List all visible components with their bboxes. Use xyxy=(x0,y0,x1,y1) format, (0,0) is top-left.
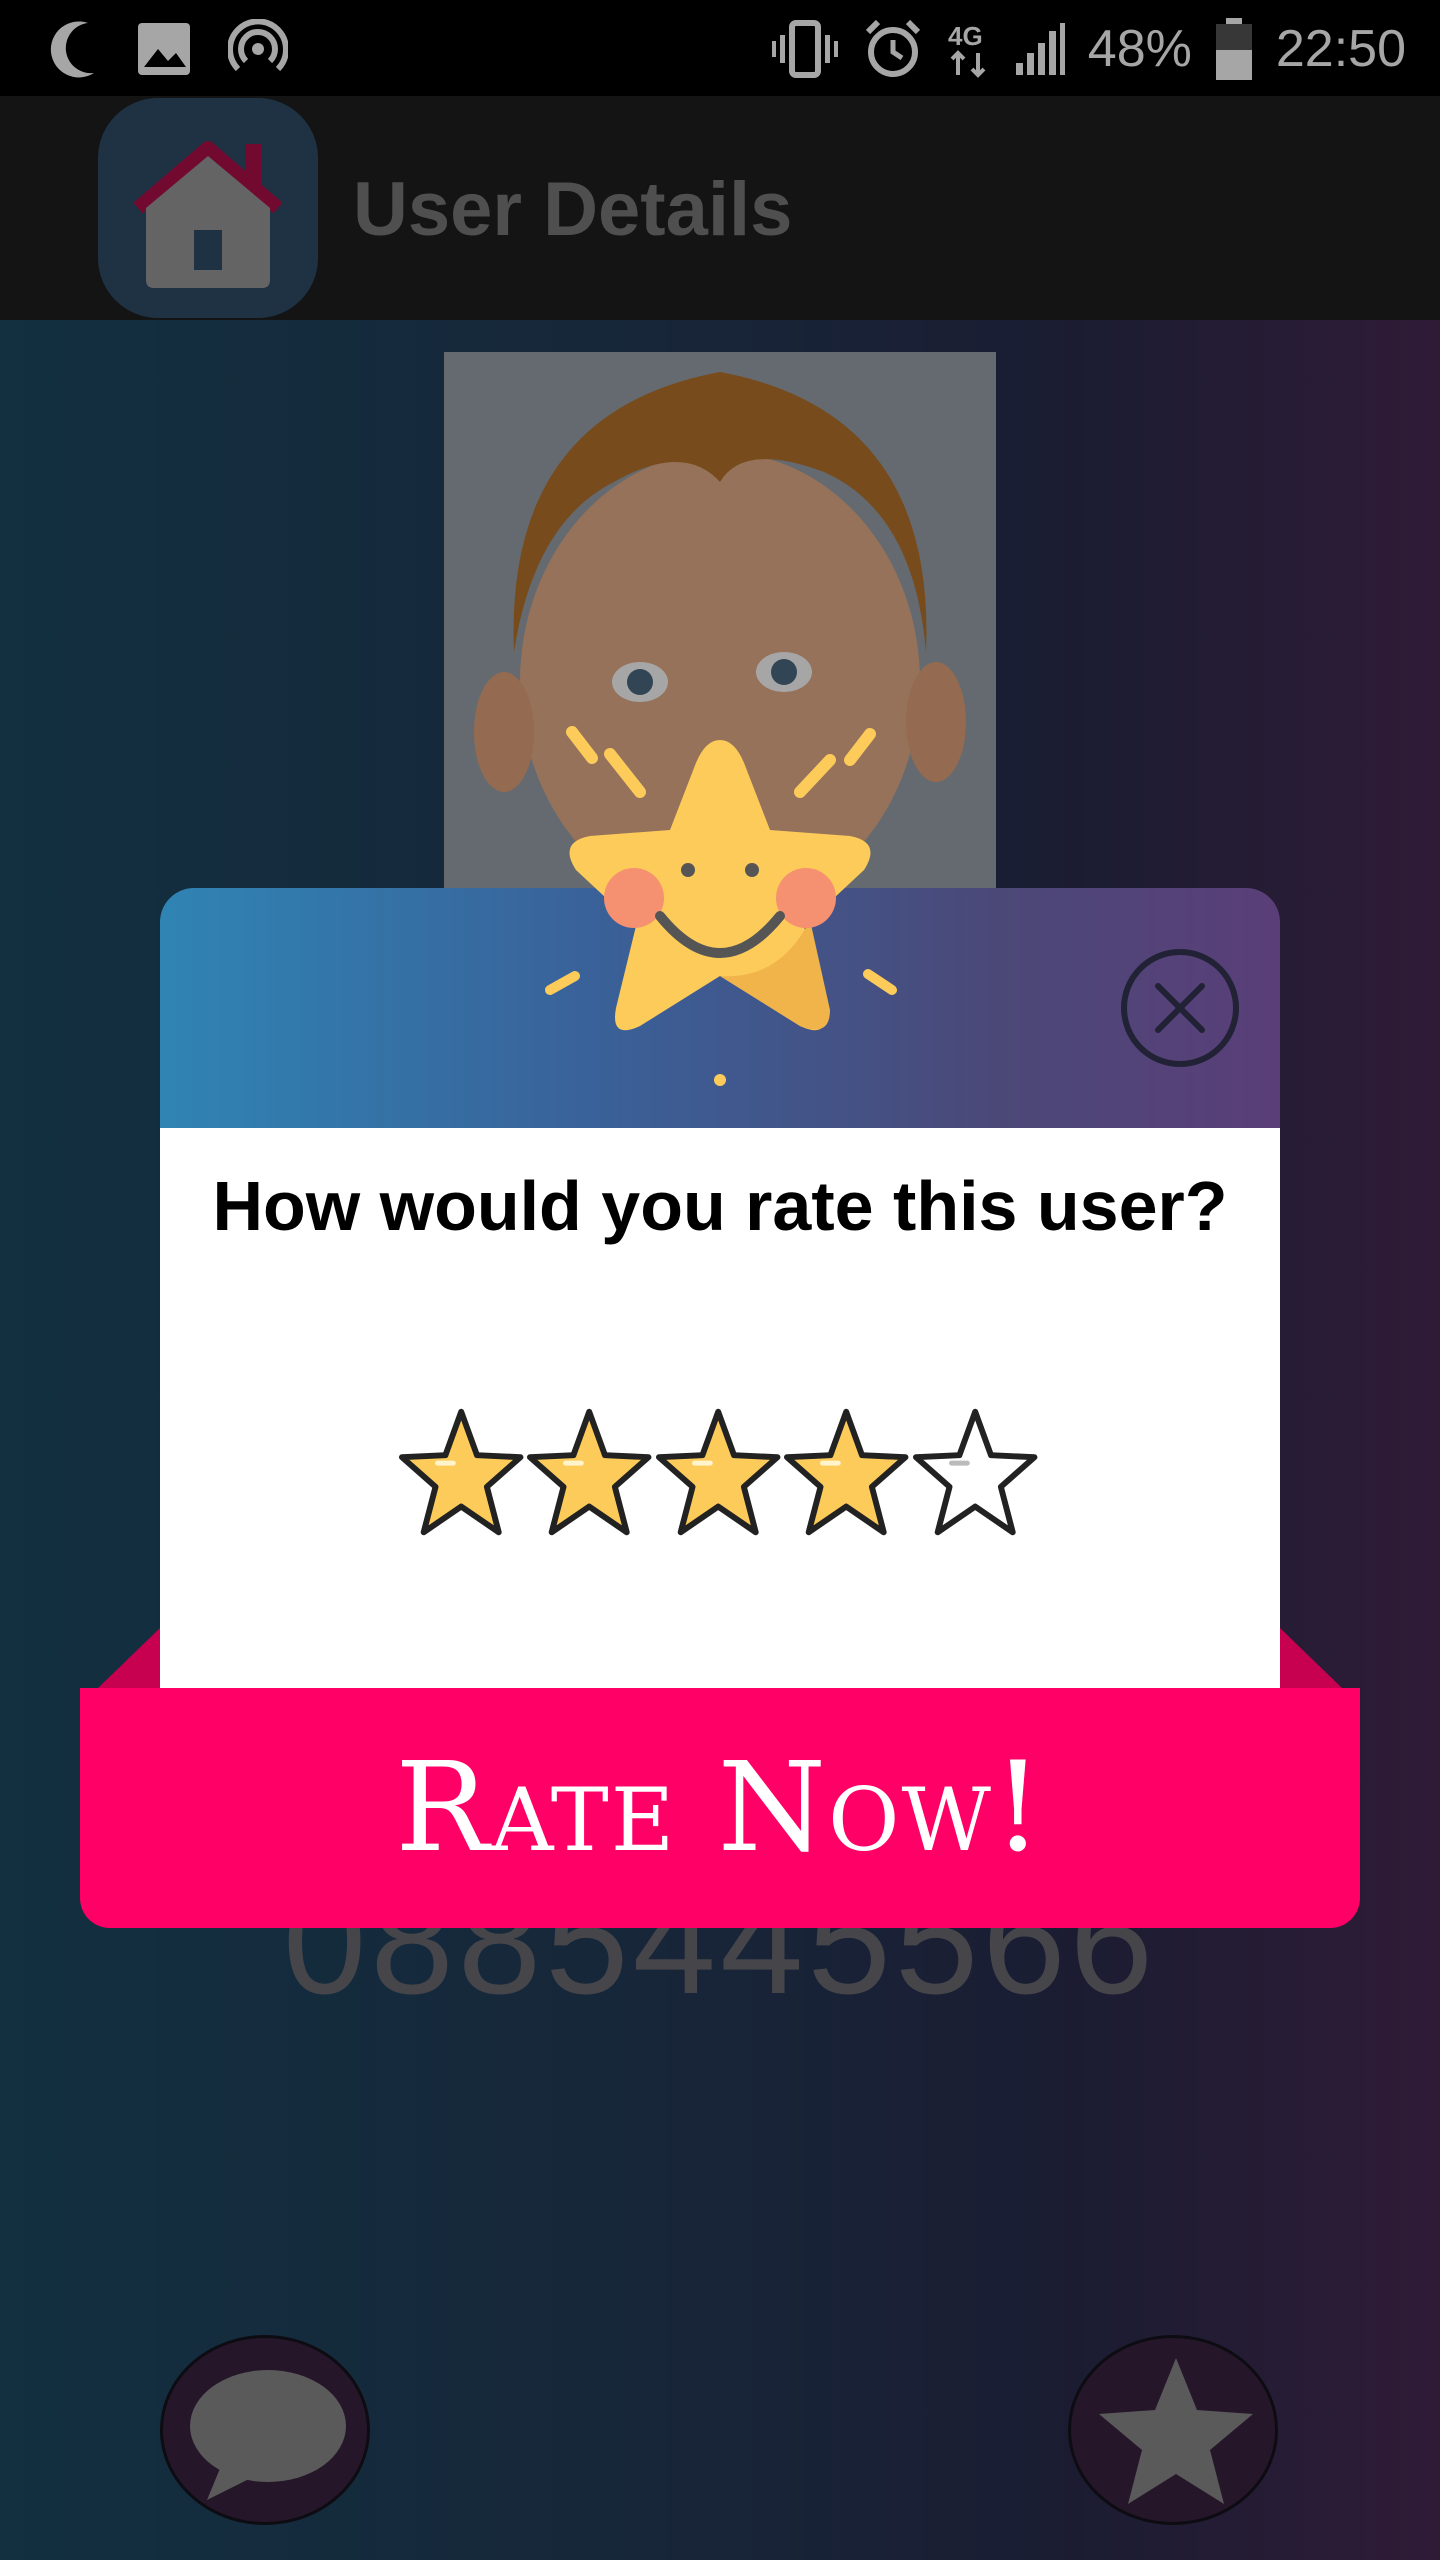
ribbon-fold-right xyxy=(1280,1628,1342,1688)
rating-star-filled[interactable] xyxy=(526,1398,652,1548)
smiling-star-icon xyxy=(530,720,910,1100)
screen: 4G 48% 22:50 User Details 0885445566 How… xyxy=(0,0,1440,2560)
rating-star-empty[interactable] xyxy=(912,1398,1038,1548)
close-icon xyxy=(1121,949,1239,1067)
rate-now-button[interactable]: Rate Now! xyxy=(80,1688,1360,1928)
ribbon-fold-left xyxy=(98,1628,160,1688)
rating-dialog: How would you rate this user? xyxy=(160,1128,1280,1688)
close-button[interactable] xyxy=(1120,948,1240,1068)
dialog-question: How would you rate this user? xyxy=(212,1167,1228,1245)
rating-stars[interactable] xyxy=(398,1398,1038,1548)
rating-star-filled[interactable] xyxy=(783,1398,909,1548)
rating-star-filled[interactable] xyxy=(398,1398,524,1548)
rate-now-label: Rate Now! xyxy=(395,1736,1045,1880)
rating-star-filled[interactable] xyxy=(655,1398,781,1548)
